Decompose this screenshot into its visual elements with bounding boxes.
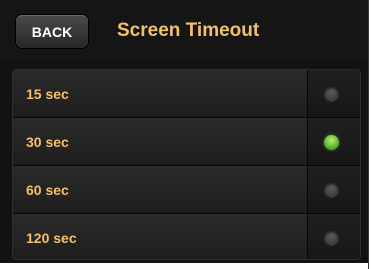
timeout-option-120-sec[interactable]: 120 sec [13, 214, 360, 259]
radio-off-icon[interactable] [324, 87, 339, 102]
radio-off-icon[interactable] [324, 183, 339, 198]
option-label: 15 sec [26, 86, 69, 102]
timeout-options-list: 15 sec 30 sec 60 sec 120 sec [12, 69, 361, 260]
option-radio-cell[interactable] [308, 166, 360, 213]
option-radio-cell[interactable] [308, 118, 360, 165]
option-radio-cell[interactable] [308, 70, 360, 117]
option-label: 60 sec [26, 182, 69, 198]
option-label-cell: 120 sec [13, 214, 308, 259]
option-label: 120 sec [26, 230, 77, 246]
header-bar: BACK Screen Timeout [0, 0, 368, 60]
back-button[interactable]: BACK [15, 14, 89, 49]
radio-on-icon[interactable] [324, 135, 339, 150]
timeout-option-60-sec[interactable]: 60 sec [13, 166, 360, 214]
option-label-cell: 60 sec [13, 166, 308, 213]
frame-edge-divider [368, 0, 369, 269]
timeout-option-15-sec[interactable]: 15 sec [13, 70, 360, 118]
option-label-cell: 30 sec [13, 118, 308, 165]
screen-timeout-screen: BACK Screen Timeout 15 sec 30 sec 60 sec [0, 0, 368, 263]
page-title: Screen Timeout [117, 20, 260, 41]
radio-off-icon[interactable] [324, 231, 339, 246]
option-label: 30 sec [26, 134, 69, 150]
option-label-cell: 15 sec [13, 70, 308, 117]
timeout-option-30-sec[interactable]: 30 sec [13, 118, 360, 166]
option-radio-cell[interactable] [308, 214, 360, 259]
